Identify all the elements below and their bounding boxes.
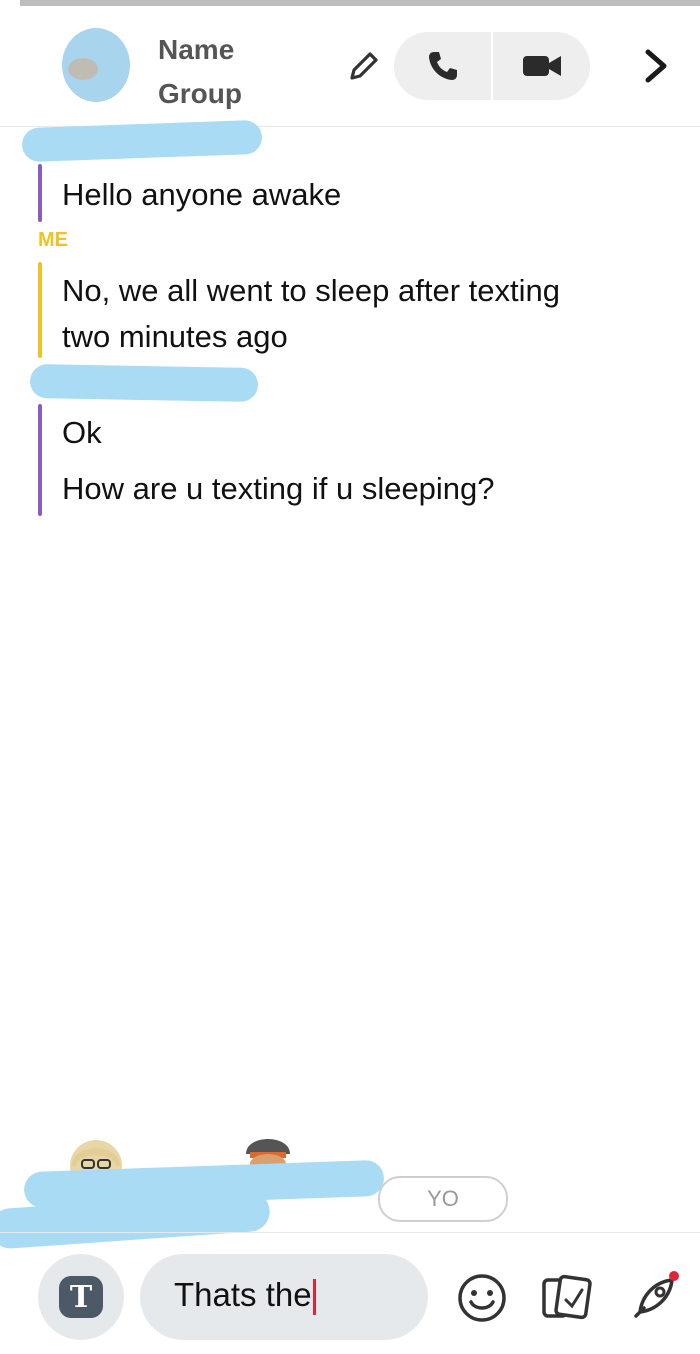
message-text: Hello anyone awake <box>62 177 342 212</box>
text-mode-icon: T <box>59 1276 103 1318</box>
chat-title[interactable]: Name Group <box>158 28 242 116</box>
message-text: Ok <box>62 415 102 450</box>
presence-chip[interactable]: YO <box>378 1176 508 1222</box>
message-bar <box>38 262 42 358</box>
message-input-text: Thats the <box>174 1276 312 1313</box>
group-avatar[interactable] <box>62 28 130 102</box>
sticker-icon[interactable] <box>538 1270 594 1326</box>
message-bar <box>38 164 42 222</box>
message-text: How are u texting if u sleeping? <box>62 471 495 506</box>
chevron-right-icon[interactable] <box>636 46 676 86</box>
emoji-icon[interactable] <box>454 1270 510 1326</box>
redaction-scribble <box>21 119 263 163</box>
text-caret <box>312 1279 316 1316</box>
call-controls <box>394 32 590 100</box>
chat-title-line2: Group <box>158 78 242 109</box>
composer-divider <box>0 1232 700 1233</box>
phone-icon <box>428 52 457 80</box>
sender-label-me: ME <box>38 229 68 251</box>
message-input[interactable]: Thats the <box>140 1254 428 1340</box>
message-bar <box>38 404 42 516</box>
avatar-face <box>68 58 98 80</box>
message-input-value: Thats the <box>174 1276 316 1316</box>
video-camera-icon <box>522 56 561 76</box>
text-mode-button[interactable]: T <box>38 1254 124 1340</box>
pencil-icon[interactable] <box>344 46 384 86</box>
voice-call-button[interactable] <box>394 32 491 100</box>
video-call-button[interactable] <box>493 32 590 100</box>
chat-header: Name Group <box>0 6 700 127</box>
message-text: No, we all went to sleep after texting <box>62 273 560 308</box>
chat-title-line1: Name <box>158 34 235 65</box>
message-text: two minutes ago <box>62 319 288 354</box>
presence-chip-label: YO <box>427 1186 459 1211</box>
rocket-icon[interactable] <box>626 1270 682 1326</box>
redaction-scribble <box>29 364 259 402</box>
